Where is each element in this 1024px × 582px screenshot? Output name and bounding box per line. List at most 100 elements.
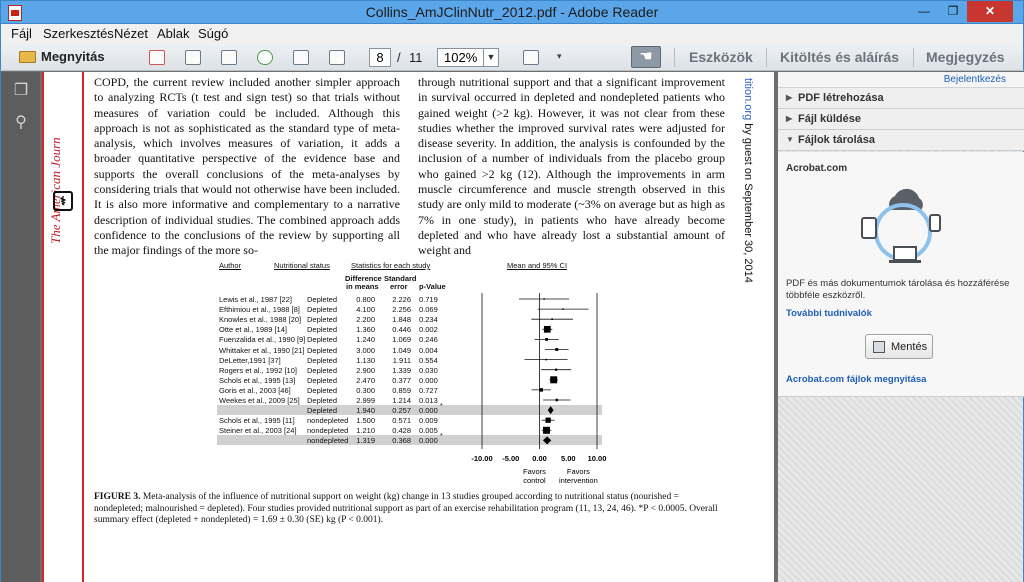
cell-status: nondepleted — [307, 416, 349, 426]
cell-status: Depleted — [307, 385, 338, 395]
favors-intervention: Favors intervention — [559, 467, 598, 485]
cell-p: 0.719 — [419, 295, 438, 304]
axis-tick-label: 0.00 — [532, 454, 547, 463]
fit-page-button[interactable] — [519, 47, 543, 68]
cell-diff: 1.319 — [356, 436, 375, 446]
cell-p: 0.030 — [419, 365, 438, 375]
page-left-rule — [42, 72, 44, 582]
toolbar-options-icon[interactable]: ▾ — [557, 51, 562, 72]
right-column-text: through nutritional support and that a s… — [418, 75, 725, 258]
cell-author: Rogers et al., 1992 [10] — [219, 365, 297, 375]
window-title: Collins_AmJClinNutr_2012.pdf - Adobe Rea… — [365, 4, 659, 20]
point-estimate — [543, 325, 551, 333]
collapse-arrow-icon: ▼ — [786, 135, 794, 144]
header-status: Nutritional status — [274, 261, 330, 270]
page-margin-rule — [82, 72, 84, 582]
open-button[interactable]: Megnyitás — [15, 47, 115, 68]
header-ci: Mean and 95% CI — [507, 261, 568, 270]
cell-author: DeLetter,1991 [37] — [219, 355, 281, 365]
cell-diff: 1.360 — [356, 325, 375, 335]
section-store-files[interactable]: ▼ Fájlok tárolása — [778, 130, 1024, 151]
cell-author: Whittaker et al., 1990 [21] — [219, 345, 305, 355]
title-bar: Collins_AmJClinNutr_2012.pdf - Adobe Rea… — [0, 0, 1024, 24]
cell-p: 0.554 — [419, 355, 438, 365]
cell-p: 0.013 — [419, 396, 438, 405]
create-pdf-button[interactable] — [145, 47, 169, 68]
favors-control: Favors control — [523, 467, 546, 485]
fill-sign-tab[interactable]: Kitöltés és aláírás — [780, 49, 899, 70]
cell-se: 0.368 — [392, 436, 411, 446]
cell-diff: 1.500 — [356, 416, 375, 426]
menu-edit[interactable]: Szerkesztés — [43, 26, 114, 41]
axis-tick-label: -10.00 — [471, 454, 493, 463]
summary-diamond — [547, 406, 554, 415]
save-toolbar-button[interactable] — [289, 47, 313, 68]
cell-star: * — [440, 403, 443, 411]
forest-plot-figure: Author Nutritional status Statistics for… — [217, 257, 606, 487]
download-link[interactable]: tition.org — [742, 78, 754, 120]
document-viewport[interactable]: The American Journ ⚕ COPD, the current r… — [40, 72, 778, 582]
comment-tab[interactable]: Megjegyzés — [926, 49, 1005, 70]
create-pdf-icon — [149, 50, 165, 65]
tools-tab[interactable]: Eszközök — [689, 49, 753, 70]
cell-diff: 1.240 — [356, 335, 375, 345]
page-number-input[interactable]: 8 — [369, 48, 391, 67]
axis-tick-label: 10.00 — [587, 454, 607, 463]
page-thumbnails-icon[interactable]: ❐ — [12, 80, 30, 100]
cell-author: Knowles et al., 1988 [20] — [219, 315, 302, 325]
save-icon — [293, 50, 309, 65]
cell-p: 0.004 — [419, 345, 438, 355]
cell-se: 2.226 — [392, 295, 411, 304]
chevron-down-icon[interactable]: ▼ — [483, 49, 498, 66]
cell-author: Efthimiou et al., 1988 [8] — [219, 305, 300, 315]
cell-status: Depleted — [307, 406, 338, 416]
point-estimate — [551, 318, 553, 321]
cloud-devices-icon — [861, 188, 941, 263]
document-icon — [185, 50, 201, 65]
store-files-description: PDF és más dokumentumok tárolása és hozz… — [786, 278, 1010, 301]
cell-author: Fuenzalida et al., 1990 [9] — [219, 335, 306, 345]
zoom-select[interactable]: 102% ▼ — [437, 48, 499, 67]
cell-star: * — [440, 433, 443, 441]
sign-in-bar: Bejelentkezés — [778, 72, 1024, 88]
maximize-button[interactable]: ❐ — [939, 1, 967, 22]
section-label: Fájl küldése — [798, 113, 861, 125]
cell-status: Depleted — [307, 365, 338, 375]
divider — [766, 48, 767, 67]
section-label: Fájlok tárolása — [798, 134, 876, 146]
sign-in-link[interactable]: Bejelentkezés — [944, 74, 1006, 85]
close-button[interactable]: ✕ — [967, 1, 1013, 22]
upload-button[interactable] — [253, 47, 277, 68]
point-estimate — [539, 388, 543, 392]
page-separator: / — [397, 50, 401, 65]
caption-text: Meta-analysis of the influence of nutrit… — [94, 492, 718, 525]
hand-tool-button[interactable]: ☚ — [631, 46, 661, 68]
cell-se: 1.049 — [392, 345, 411, 355]
menu-window[interactable]: Ablak — [157, 26, 190, 41]
more-info-link[interactable]: További tudnivalók — [786, 308, 872, 319]
cell-p: 0.005 — [419, 426, 438, 436]
cell-diff: 0.800 — [356, 295, 375, 304]
download-notice: tition.org by guest on September 30, 201… — [742, 78, 754, 283]
edit-pdf-button[interactable] — [181, 47, 205, 68]
menu-file[interactable]: Fájl — [11, 26, 32, 41]
save-to-cloud-button[interactable]: Mentés — [865, 334, 933, 359]
print-button[interactable] — [325, 47, 349, 68]
minimize-button[interactable]: — — [910, 1, 938, 22]
cell-author: Otte et al., 1989 [14] — [219, 325, 287, 335]
cell-author: Goris et al., 2003 [46] — [219, 385, 291, 395]
cell-se: 0.377 — [392, 375, 411, 385]
section-send-file[interactable]: ▶ Fájl küldése — [778, 109, 1024, 130]
sign-button[interactable] — [217, 47, 241, 68]
menu-view[interactable]: Nézet — [114, 26, 148, 41]
open-acrobat-files-link[interactable]: Acrobat.com fájlok megnyitása — [786, 374, 926, 385]
caption-label: FIGURE 3. — [94, 492, 141, 502]
open-label: Megnyitás — [41, 49, 105, 64]
printer-icon — [329, 50, 345, 65]
cell-status: Depleted — [307, 325, 338, 335]
menu-help[interactable]: Súgó — [198, 26, 228, 41]
section-create-pdf[interactable]: ▶ PDF létrehozása — [778, 88, 1024, 109]
store-files-body: Acrobat.com PDF és más dokumentumok táro… — [778, 152, 1024, 397]
toolbar: Megnyitás 8 / 11 102% ▼ ▾ ☚ Eszközök Kit… — [0, 44, 1024, 71]
attachments-icon[interactable]: ⚲ — [12, 112, 30, 132]
